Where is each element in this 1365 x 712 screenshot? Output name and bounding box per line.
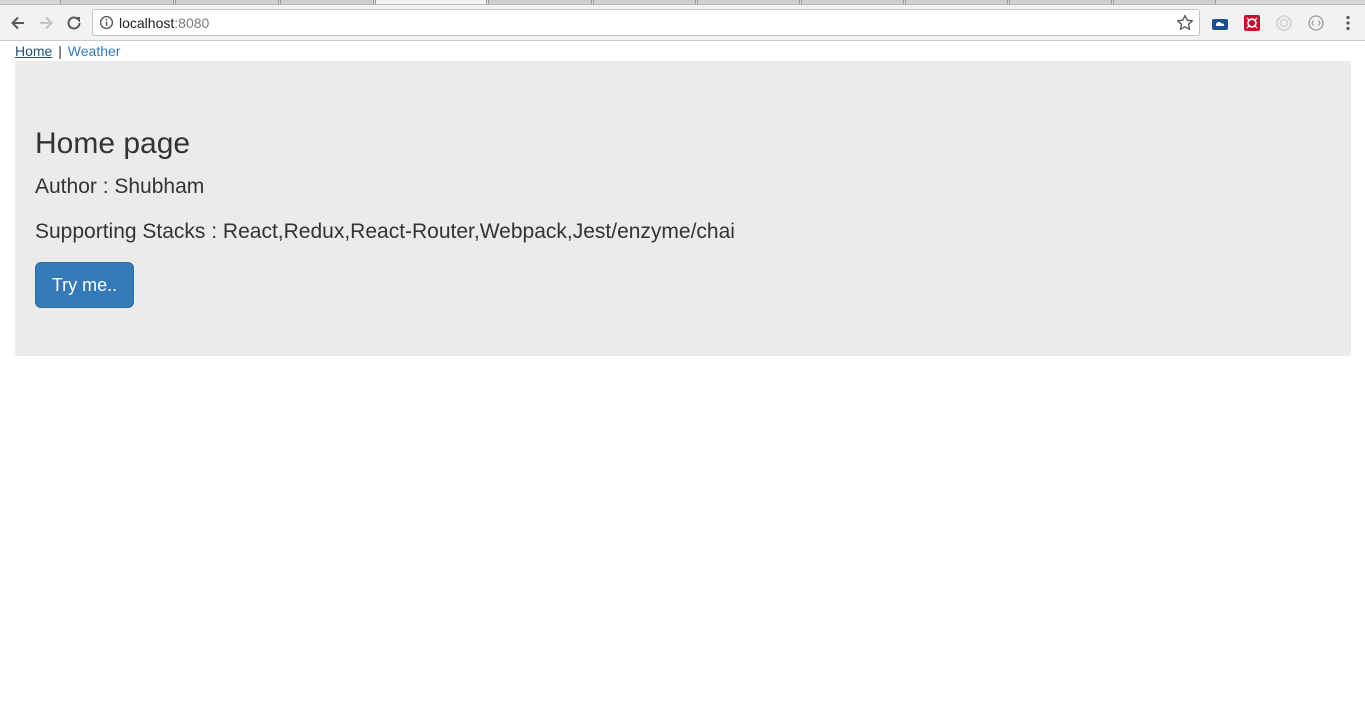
nav-separator: | [58, 43, 62, 59]
nav-link-home[interactable]: Home [15, 43, 52, 59]
reload-button[interactable] [62, 11, 86, 35]
info-icon[interactable] [99, 15, 114, 30]
extension-cloud-icon[interactable] [1211, 14, 1229, 32]
page-title: Home page [35, 127, 191, 160]
url-text[interactable]: localhost:8080 [119, 15, 209, 31]
forward-arrow-icon [40, 16, 53, 30]
browser-tab[interactable] [488, 0, 592, 4]
browser-tab[interactable] [1009, 0, 1112, 4]
kebab-menu-icon[interactable] [1339, 14, 1357, 32]
browser-tab[interactable] [280, 0, 374, 4]
jumbotron: Home page Author : Shubham Supporting St… [15, 61, 1351, 356]
browser-tab[interactable] [593, 0, 696, 4]
top-nav: Home | Weather [15, 42, 120, 60]
browser-toolbar: localhost:8080 [0, 5, 1365, 41]
try-me-button[interactable]: Try me.. [35, 262, 134, 308]
browser-tab[interactable] [60, 0, 174, 4]
back-button[interactable] [6, 11, 30, 35]
extension-gray-icon[interactable] [1275, 14, 1293, 32]
star-icon[interactable] [1175, 13, 1195, 33]
browser-tab[interactable] [905, 0, 1008, 4]
address-bar[interactable]: localhost:8080 [92, 9, 1200, 36]
extension-red-icon[interactable] [1243, 14, 1261, 32]
supporting-stacks-text: Supporting Stacks : React,Redux,React-Ro… [35, 220, 735, 243]
browser-tab[interactable] [801, 0, 904, 4]
reload-icon [67, 16, 81, 30]
browser-tab[interactable] [697, 0, 800, 4]
nav-link-weather[interactable]: Weather [68, 43, 121, 59]
browser-tab-active[interactable] [375, 0, 487, 4]
page-content: Home | Weather Home page Author : Shubha… [0, 42, 1365, 712]
extension-circle-icon[interactable] [1307, 14, 1325, 32]
back-arrow-icon [11, 16, 24, 30]
browser-tab[interactable] [1113, 0, 1216, 4]
url-port: :8080 [174, 15, 210, 31]
author-text: Author : Shubham [35, 175, 205, 198]
browser-tab[interactable] [175, 0, 279, 4]
forward-button[interactable] [34, 11, 58, 35]
url-host: localhost [119, 15, 175, 31]
